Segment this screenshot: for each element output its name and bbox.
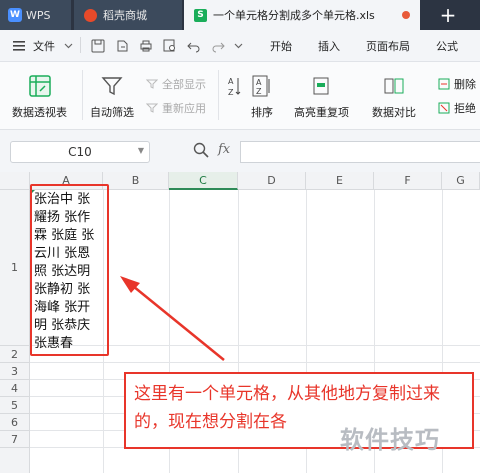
arrow-shaft — [127, 281, 225, 361]
watermark-text: 软件技巧 — [340, 426, 440, 454]
